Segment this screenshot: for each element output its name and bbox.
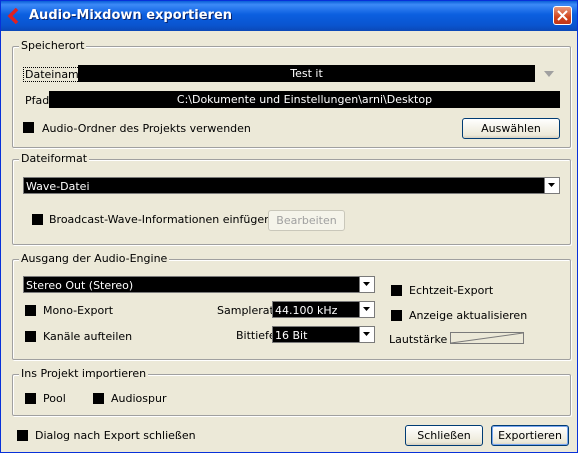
echtzeit-checkbox[interactable] xyxy=(391,285,402,296)
dateiformat-arrow[interactable] xyxy=(544,178,559,193)
window-title: Audio-Mixdown exportieren xyxy=(29,8,233,23)
dateiformat-select[interactable]: Wave-Datei xyxy=(23,177,560,194)
close-button[interactable] xyxy=(553,6,572,25)
close-icon xyxy=(557,10,568,21)
dateiname-input[interactable]: Test it xyxy=(78,65,535,82)
title-bar[interactable]: Audio-Mixdown exportieren xyxy=(1,1,577,31)
pool-label: Pool xyxy=(43,392,66,405)
pfad-label: Pfad xyxy=(25,94,50,107)
echtzeit-label: Echtzeit-Export xyxy=(409,284,494,297)
schliessen-button[interactable]: Schließen xyxy=(405,425,483,446)
bittiefe-label: Bittiefe xyxy=(236,329,276,342)
chevron-down-icon xyxy=(548,183,555,187)
pfad-field[interactable]: C:\Dokumente und Einstellungen\arni\Desk… xyxy=(49,91,560,108)
audio-ordner-label: Audio-Ordner des Projekts verwenden xyxy=(42,122,251,135)
dialog-close-label: Dialog nach Export schließen xyxy=(35,429,196,442)
audiospur-label: Audiospur xyxy=(111,392,167,405)
samplerate-select[interactable]: 44.100 kHz xyxy=(272,301,375,318)
mono-export-checkbox[interactable] xyxy=(25,305,36,316)
group-label-speicherort: Speicherort xyxy=(19,39,87,52)
samplerate-value: 44.100 kHz xyxy=(275,304,338,317)
group-label-dateiformat: Dateiformat xyxy=(19,152,90,165)
anzeige-label: Anzeige aktualisieren xyxy=(409,309,528,322)
bittiefe-select[interactable]: 16 Bit xyxy=(272,326,375,343)
exportieren-button[interactable]: Exportieren xyxy=(491,425,569,446)
auswaehlen-button[interactable]: Auswählen xyxy=(462,118,560,139)
bittiefe-value: 16 Bit xyxy=(275,329,308,342)
bearbeiten-button[interactable]: Bearbeiten xyxy=(268,210,345,231)
ausgang-select[interactable]: Stereo Out (Stereo) xyxy=(23,276,375,293)
audiospur-checkbox[interactable] xyxy=(93,393,104,404)
anzeige-checkbox[interactable] xyxy=(391,310,402,321)
chevron-down-icon xyxy=(363,332,370,336)
cubase-logo-icon xyxy=(7,8,19,24)
lautstaerke-slider[interactable] xyxy=(450,332,524,344)
dateiformat-value: Wave-Datei xyxy=(26,180,90,193)
ausgang-value: Stereo Out (Stereo) xyxy=(26,279,134,292)
kanaele-label: Kanäle aufteilen xyxy=(43,330,133,343)
mono-export-label: Mono-Export xyxy=(43,304,114,317)
dialog-close-checkbox[interactable] xyxy=(17,430,28,441)
chevron-down-icon xyxy=(363,307,370,311)
ausgang-arrow[interactable] xyxy=(359,277,374,292)
chevron-down-icon xyxy=(363,282,370,286)
samplerate-arrow[interactable] xyxy=(359,302,374,317)
broadcast-checkbox[interactable] xyxy=(32,214,43,225)
pool-checkbox[interactable] xyxy=(25,393,36,404)
group-label-import: Ins Projekt importieren xyxy=(19,367,149,380)
bittiefe-arrow[interactable] xyxy=(359,327,374,342)
audio-ordner-checkbox[interactable] xyxy=(23,122,34,133)
kanaele-checkbox[interactable] xyxy=(25,331,36,342)
lautstaerke-label: Lautstärke xyxy=(389,333,448,346)
export-dialog: Audio-Mixdown exportieren Speicherort Da… xyxy=(0,0,578,453)
group-dateiformat: Dateiformat xyxy=(12,152,571,245)
group-label-ausgang: Ausgang der Audio-Engine xyxy=(19,252,170,265)
dateiname-dropdown-icon[interactable] xyxy=(543,69,555,79)
broadcast-label: Broadcast-Wave-Informationen einfügen xyxy=(49,213,272,226)
